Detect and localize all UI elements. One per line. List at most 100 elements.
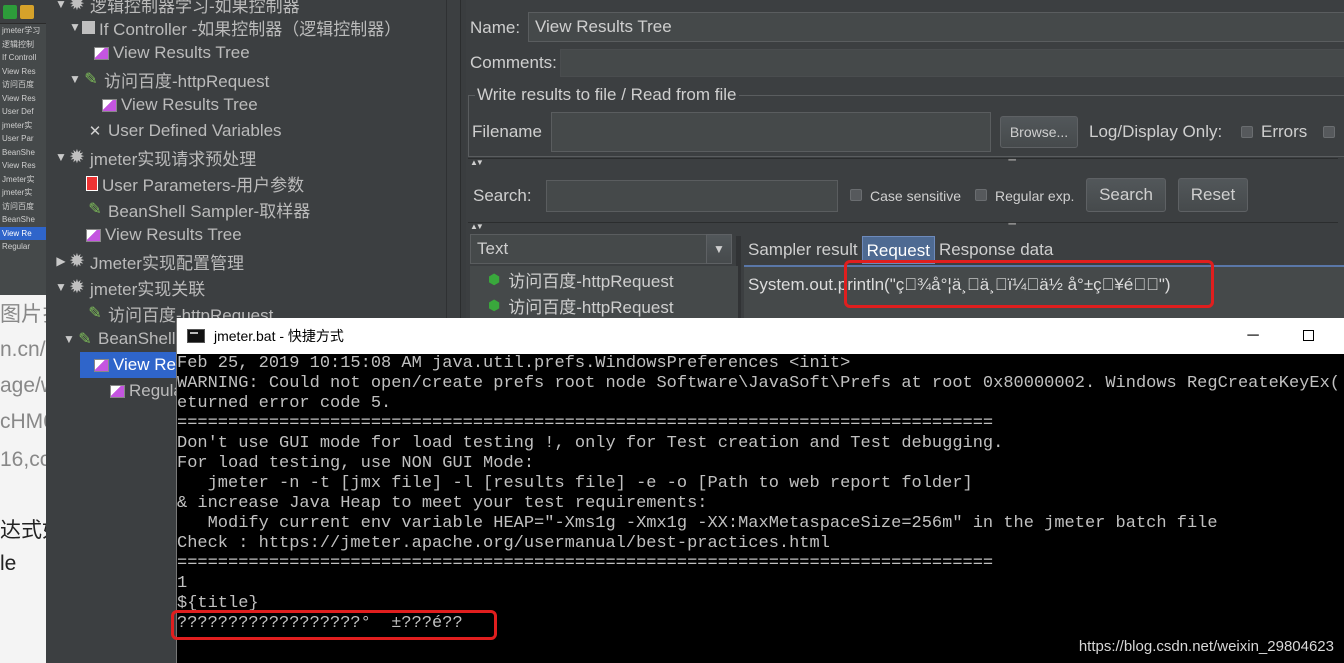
regular-exp-checkbox[interactable]	[975, 189, 987, 201]
tree-node[interactable]: ▶ ✹ Jmeter实现配置管理	[54, 248, 244, 274]
extractor-icon	[110, 384, 125, 398]
splitter-arrows-icon[interactable]: ▲▼	[470, 222, 484, 231]
console-line: Modify current env variable HEAP="-Xms1g…	[177, 514, 1218, 533]
listener-icon	[94, 46, 109, 60]
expand-arrow-icon[interactable]: ▶	[54, 254, 68, 268]
tree-node[interactable]: ▼ If Controller -如果控制器（逻辑控制器）	[68, 14, 401, 40]
collapse-arrow-icon[interactable]: ▼	[54, 150, 68, 164]
mini-toolbar-button[interactable]	[3, 4, 17, 19]
search-label: Search:	[473, 186, 532, 205]
splitter-bar[interactable]: ▲▼ ▪▪▪▪▪	[468, 221, 1338, 231]
cmd-icon	[187, 329, 205, 343]
preprocessor-icon	[86, 175, 98, 191]
mini-tree-item[interactable]: 访问百度	[0, 200, 46, 214]
mini-tree-item[interactable]: jmeter实	[0, 186, 46, 200]
mini-tree-item[interactable]: 逻辑控制	[0, 38, 46, 52]
window-titlebar[interactable]: jmeter.bat - 快捷方式 ─	[177, 318, 1344, 354]
tree-node[interactable]: User Parameters-用户参数	[72, 170, 304, 196]
filename-label: Filename	[472, 122, 542, 141]
name-field[interactable]: View Results Tree	[528, 12, 1344, 42]
mini-tree-item[interactable]: 访问百度	[0, 78, 46, 92]
success-shield-icon: ⬢	[488, 270, 501, 287]
list-item[interactable]: ⬢ 访问百度-httpRequest	[470, 266, 738, 292]
list-item[interactable]: ⬢ 访问百度-httpRequest	[470, 292, 738, 318]
mini-jmeter-tree: jmeter学习 逻辑控制 If Controll View Res 访问百度 View …	[0, 0, 46, 295]
splitter-arrows-icon[interactable]: ▲▼	[470, 158, 484, 167]
file-group-title: Write results to file / Read from file	[475, 85, 739, 105]
regular-exp-label: Regular exp.	[995, 188, 1075, 204]
comments-field[interactable]	[560, 49, 1344, 77]
tree-node-label: View Re	[113, 355, 176, 374]
tree-node-label: If Controller -如果控制器（逻辑控制器）	[99, 19, 402, 39]
result-label: 访问百度-httpRequest	[508, 271, 674, 291]
blog-text-fragment: n.cn/2	[0, 338, 46, 361]
reset-button[interactable]: Reset	[1178, 178, 1248, 212]
tree-node[interactable]: ✕ User Defined Variables	[72, 118, 282, 144]
splitter-bar[interactable]: ▲▼ ▪▪▪▪▪	[468, 157, 1338, 167]
mini-tree-item[interactable]: BeanShe	[0, 213, 46, 227]
mini-tree-item[interactable]: jmeter实	[0, 119, 46, 133]
renderer-value: Text	[477, 239, 509, 258]
sample-result-list: ⬢ 访问百度-httpRequest ⬢ 访问百度-httpRequest	[470, 266, 738, 326]
case-sensitive-checkbox[interactable]	[850, 189, 862, 201]
errors-label: Errors	[1261, 122, 1308, 141]
tree-node[interactable]: View Results Tree	[72, 222, 242, 248]
mini-tree-item[interactable]: View Res	[0, 159, 46, 173]
mini-toolbar-button[interactable]	[20, 4, 34, 19]
successes-checkbox[interactable]	[1323, 126, 1335, 138]
mini-tree-item[interactable]: View Re	[0, 226, 46, 240]
gear-icon: ✹	[69, 0, 85, 15]
collapse-arrow-icon[interactable]: ▼	[54, 0, 68, 11]
mini-tree-item[interactable]: User Def	[0, 105, 46, 119]
mini-tree-item[interactable]: Jmeter实	[0, 173, 46, 187]
success-shield-icon: ⬢	[488, 296, 501, 313]
renderer-select[interactable]: Text	[470, 234, 732, 264]
mini-tree-item[interactable]: View Res	[0, 92, 46, 106]
mini-tree-item[interactable]: BeanShe	[0, 146, 46, 160]
tree-node-label: jmeter实现关联	[90, 279, 206, 299]
tree-node[interactable]: ▼ ✹ jmeter实现请求预处理	[54, 144, 256, 170]
minimize-icon[interactable]: ─	[1241, 327, 1265, 345]
errors-checkbox[interactable]	[1241, 126, 1253, 138]
tree-node[interactable]: ▼ ✎ BeanShell	[62, 326, 176, 352]
tab-sampler-result[interactable]: Sampler result	[744, 236, 862, 264]
listener-icon	[94, 358, 109, 372]
mini-tree-item[interactable]: If Controll	[0, 51, 46, 65]
collapse-arrow-icon[interactable]: ▼	[68, 72, 82, 86]
search-input[interactable]	[546, 180, 838, 212]
console-line: Feb 25, 2019 10:15:08 AM java.util.prefs…	[177, 354, 851, 373]
console-line: & increase Java Heap to meet your test r…	[177, 494, 708, 513]
result-label: 访问百度-httpRequest	[508, 297, 674, 317]
grip-icon: ▪▪▪▪▪	[1008, 157, 1016, 164]
browse-button[interactable]: Browse...	[1000, 116, 1078, 148]
listener-icon	[86, 228, 101, 242]
tree-node-label: User Parameters-用户参数	[102, 175, 305, 195]
mini-tree-item[interactable]: View Res	[0, 65, 46, 79]
window-title: jmeter.bat - 快捷方式	[214, 328, 344, 344]
log-display-label: Log/Display Only:	[1089, 122, 1223, 141]
highlight-box	[844, 260, 1214, 308]
tree-node-label: View Results Tree	[113, 43, 250, 62]
wrench-icon: ✕	[88, 123, 102, 140]
console-line: Check : https://jmeter.apache.org/userma…	[177, 534, 830, 553]
tree-node[interactable]: ▼ ✹ jmeter实现关联	[54, 274, 205, 300]
mini-tree-item[interactable]: User Par	[0, 132, 46, 146]
tree-scrollbar[interactable]	[446, 0, 460, 320]
collapse-arrow-icon[interactable]: ▼	[62, 332, 76, 346]
console-line: 1	[177, 574, 188, 593]
collapse-arrow-icon[interactable]: ▼	[54, 280, 68, 294]
search-button[interactable]: Search	[1086, 178, 1166, 212]
maximize-icon[interactable]	[1303, 330, 1314, 341]
console-line: ========================================…	[177, 554, 994, 573]
tree-node[interactable]: View Results Tree	[88, 92, 258, 118]
collapse-arrow-icon[interactable]: ▼	[68, 20, 82, 34]
sampler-icon: ✎	[78, 331, 92, 348]
tree-node[interactable]: ▼ ✎ 访问百度-httpRequest	[68, 66, 269, 92]
mini-tree-item[interactable]: Regular	[0, 240, 46, 254]
tree-node[interactable]: ✎ BeanShell Sampler-取样器	[72, 196, 310, 222]
filename-input[interactable]	[551, 112, 991, 152]
tree-node-label: BeanShell	[98, 329, 176, 348]
chevron-down-icon[interactable]: ▼	[706, 234, 732, 264]
tree-node[interactable]: View Results Tree	[80, 40, 250, 66]
mini-tree-item[interactable]: jmeter学习	[0, 24, 46, 38]
